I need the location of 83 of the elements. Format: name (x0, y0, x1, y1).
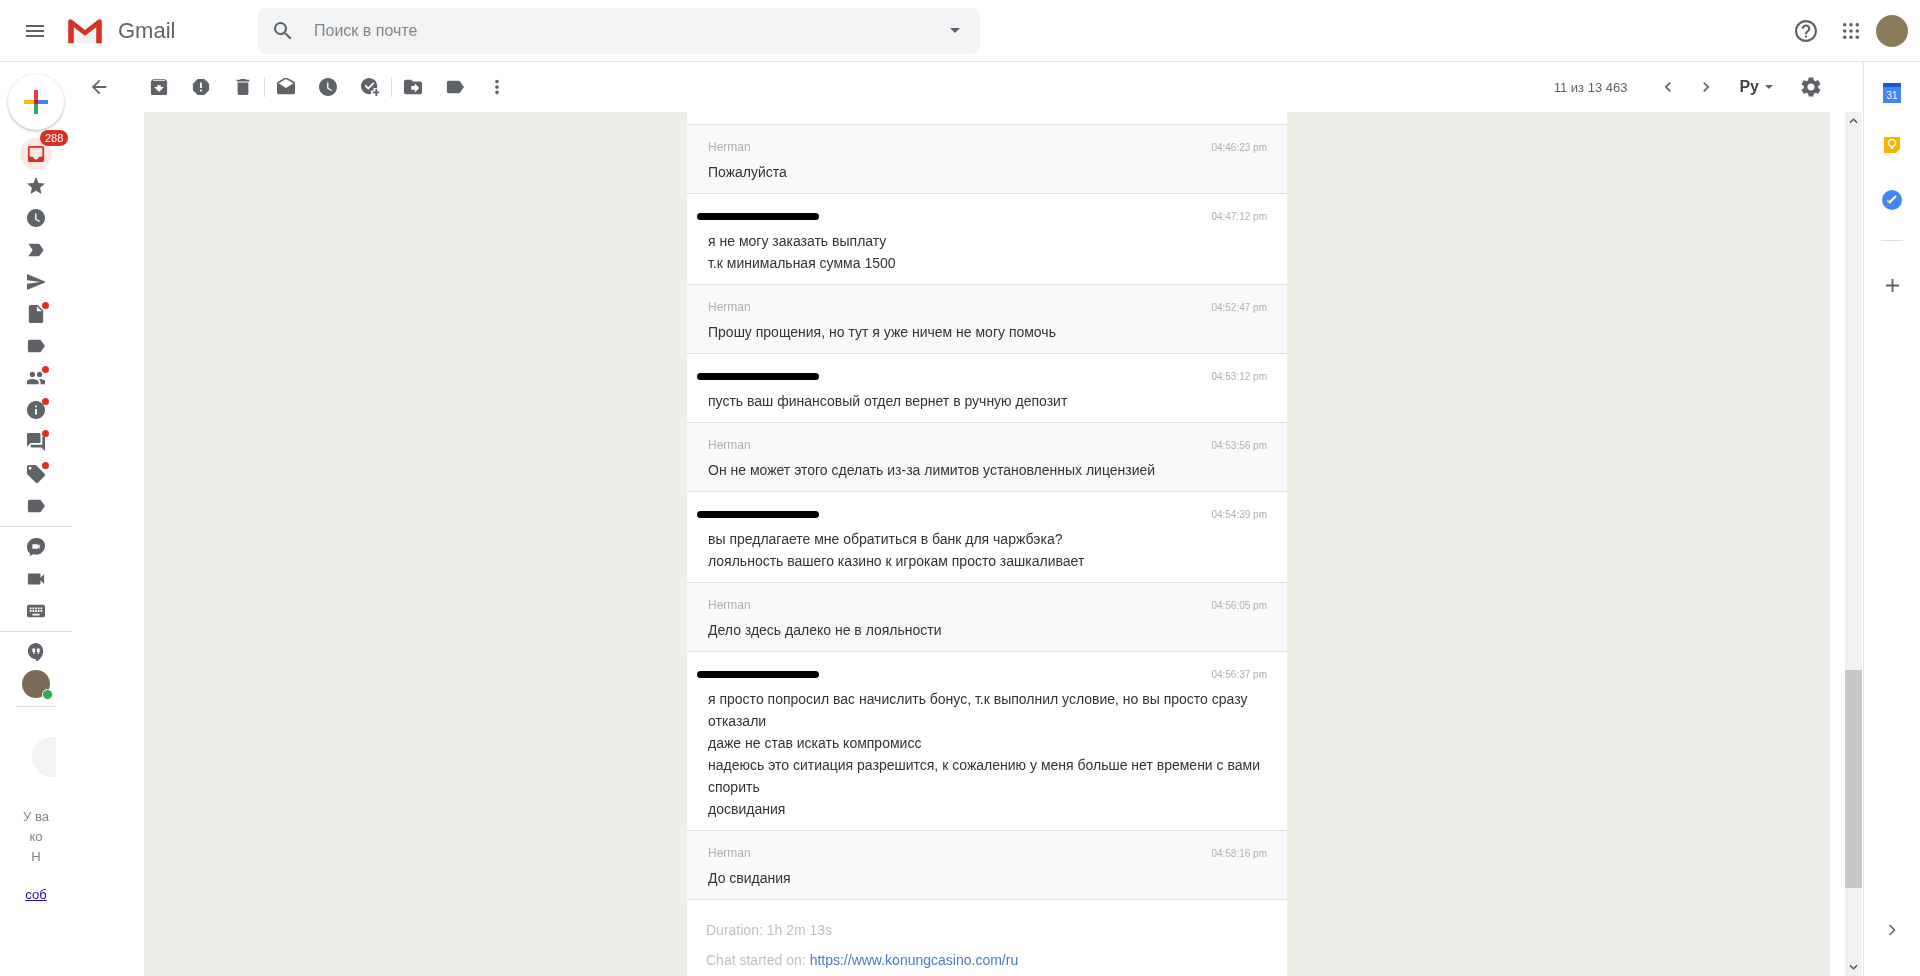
message-text: даже не став искать компромисс (708, 734, 923, 753)
message-text: досвидания (708, 800, 787, 819)
message-text: лояльность вашего казино к игрокам просто зашкаливает (708, 552, 1086, 571)
clock-icon[interactable] (319, 78, 337, 96)
message-text: пусть ваш финансовый отдел вернет в ручную депозит (708, 392, 1069, 411)
search-bar[interactable]: Поиск в почте (258, 7, 980, 54)
scrollbar[interactable] (1845, 112, 1862, 976)
dropdown-caret-icon[interactable] (950, 28, 960, 33)
caret-icon (1765, 85, 1773, 89)
message-text: Он не может этого сделать из-за лимитов установленных лицензией (708, 461, 1157, 480)
message-counter: 11 из 13 463 (1553, 79, 1628, 95)
clock-icon (27, 209, 45, 227)
tag-icon (27, 465, 45, 483)
chevron-right-icon[interactable] (1888, 924, 1896, 936)
label-icon (27, 337, 45, 355)
open-envelope-icon[interactable] (277, 78, 295, 96)
calendar-icon[interactable]: 31 (1883, 83, 1901, 103)
author-name: Herman (708, 300, 751, 314)
menu-icon[interactable] (26, 23, 44, 38)
envelope-logo-icon[interactable] (66, 16, 104, 45)
info-text: У ва (23, 808, 49, 826)
author-name: Herman (708, 140, 751, 154)
archive-icon[interactable] (150, 78, 168, 96)
quote-bubble-icon[interactable] (27, 643, 45, 661)
folder-arrow-icon[interactable] (404, 78, 422, 96)
author-name: Herman (708, 438, 751, 452)
input-tools-button[interactable]: Ру (1739, 78, 1773, 96)
message-text: Прошу прощения, но тут я уже ничем не могу помочь (708, 323, 1057, 342)
scroll-up-icon[interactable] (1849, 118, 1858, 124)
search-field[interactable]: Поиск в почте (312, 20, 950, 41)
chevron-right-icon[interactable] (1701, 80, 1712, 94)
report-spam-icon[interactable] (192, 78, 210, 96)
message-time: 04:56:37 pm (1211, 668, 1267, 680)
settings-icon[interactable] (1801, 77, 1821, 97)
account-avatar[interactable] (1876, 14, 1908, 47)
author-name: Herman (708, 598, 751, 612)
info-icon (27, 401, 45, 419)
video-bubble-icon[interactable] (27, 538, 45, 556)
message-text: я не могу заказать выплату (708, 232, 888, 251)
message-time: 04:52:47 pm (1211, 301, 1267, 313)
star-icon (27, 177, 45, 195)
message-time: 04:54:39 pm (1211, 508, 1267, 520)
check-circle-icon[interactable] (1882, 190, 1902, 210)
message-time: 04:56:05 pm (1211, 599, 1267, 611)
chat-url-link[interactable]: https://www.konungcasino.com/ru (809, 952, 1019, 968)
back-arrow-icon[interactable] (90, 78, 108, 96)
people-icon (27, 369, 45, 387)
message-text: вы предлагаете мне обратиться в банк для чаржбэка? (708, 530, 1064, 549)
keyboard-icon[interactable] (27, 602, 45, 620)
chat-started-label: Chat started on: (706, 952, 806, 968)
product-name: Gmail (118, 17, 177, 44)
message-text: До свидания (708, 869, 792, 888)
author-name: Herman (708, 846, 751, 860)
message-time: 04:53:12 pm (1211, 370, 1267, 382)
help-icon[interactable] (1795, 19, 1817, 42)
message-time: 04:58:16 pm (1211, 847, 1267, 859)
add-task-icon[interactable] (361, 78, 379, 96)
chevron-left-icon[interactable] (1663, 80, 1674, 94)
message-time: 04:47:12 pm (1211, 210, 1267, 222)
message-text: т.к минимальная сумма 1500 (708, 254, 897, 273)
info-text: Н (31, 848, 41, 866)
info-text: ко (29, 828, 43, 846)
document-icon (27, 305, 45, 323)
search-icon (274, 21, 292, 40)
user-avatar[interactable] (22, 670, 50, 698)
inbox-icon (27, 145, 45, 163)
chat-bubbles-icon (27, 433, 45, 451)
trash-icon[interactable] (234, 78, 252, 96)
message-text: Пожалуйста (708, 163, 788, 182)
apps-grid-icon[interactable] (1842, 21, 1860, 40)
message-text: Дело здесь далеко не в лояльности (708, 621, 943, 640)
send-icon (27, 273, 45, 291)
label-icon[interactable] (446, 78, 464, 96)
label-icon (27, 497, 45, 515)
unread-count: 288 (40, 130, 69, 146)
chat-duration: Duration: 1h 2m 13s (706, 922, 834, 938)
link[interactable]: соб (25, 885, 47, 905)
arrow-tag-icon (27, 241, 45, 259)
scroll-down-icon[interactable] (1849, 964, 1858, 970)
message-time: 04:46:23 pm (1211, 141, 1267, 153)
plus-icon[interactable] (1885, 279, 1899, 292)
message-time: 04:53:56 pm (1211, 439, 1267, 451)
compose-button[interactable] (8, 74, 64, 130)
